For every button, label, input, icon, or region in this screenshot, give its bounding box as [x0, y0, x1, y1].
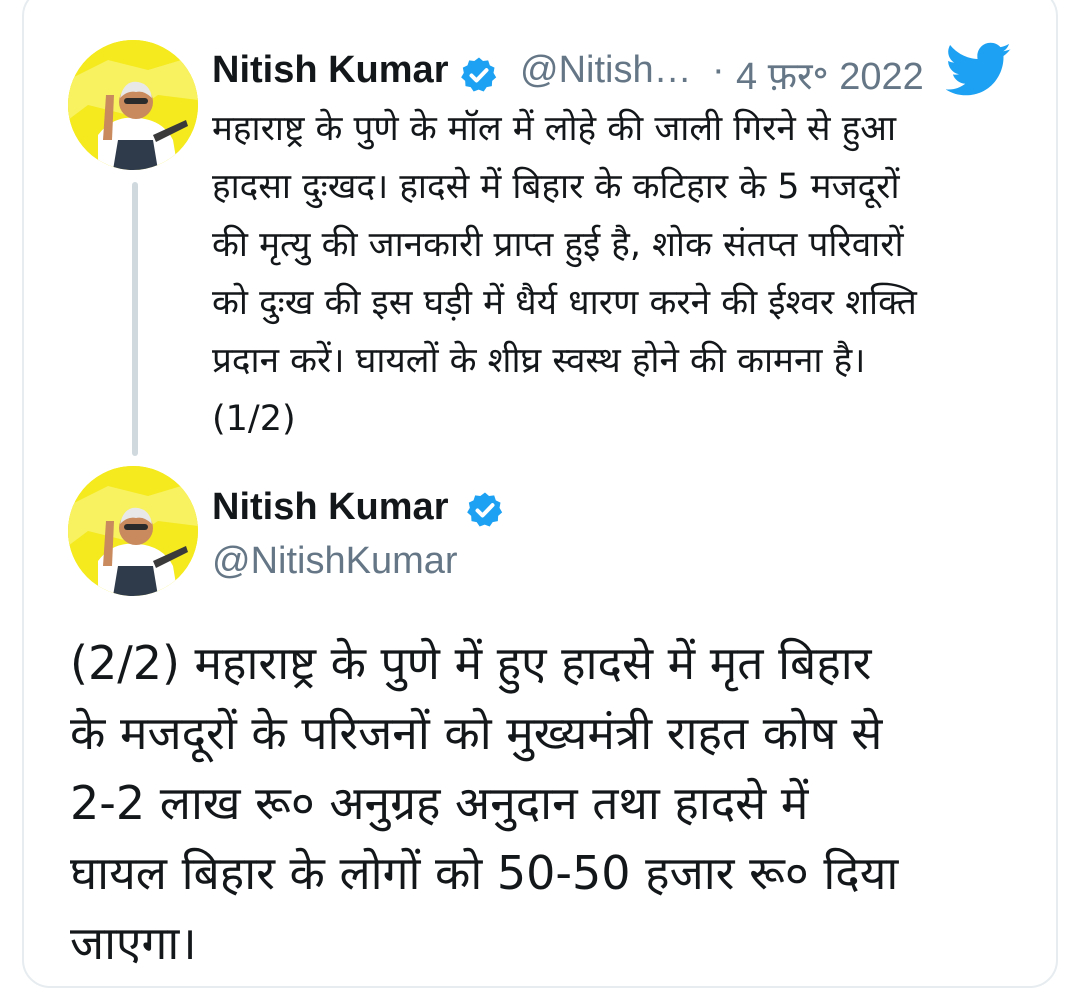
author-avatar[interactable] [68, 466, 198, 596]
tweet-text-line: के मजदूरों के परिजनों को मुख्यमंत्री राह… [70, 706, 883, 760]
author-handle[interactable]: @Nitish… [520, 49, 692, 92]
tweet-text-line: घायल बिहार के लोगों को 50-50 हजार रू० दि… [70, 846, 899, 900]
verified-badge-icon [467, 492, 503, 527]
author-handle[interactable]: @NitishKumar [212, 540, 458, 583]
author-avatar[interactable] [68, 40, 198, 170]
tweet-text-line: (2/2) महाराष्ट्र के पुणे में हुए हादसे म… [70, 636, 872, 690]
tweet-text-line: जाएगा। [70, 916, 197, 970]
tweet-2-text: (2/2) महाराष्ट्र के पुणे में हुए हादसे म… [70, 628, 1030, 978]
tweet-text-line: महाराष्ट्र के पुणे के मॉल में लोहे की जा… [212, 109, 897, 149]
author-name[interactable]: Nitish Kumar [212, 49, 448, 92]
verified-badge-icon [461, 57, 497, 92]
author-name[interactable]: Nitish Kumar [212, 486, 448, 529]
tweet-text-line: को दुःख की इस घड़ी में धैर्य धारण करने क… [212, 283, 917, 323]
thread-connector-line [132, 182, 138, 456]
tweet-text-line: 2-2 लाख रू० अनुग्रह अनुदान तथा हादसे में [70, 776, 809, 830]
separator-dot: · [712, 49, 725, 91]
tweet-text-line: प्रदान करें। घायलों के शीघ्र स्वस्थ होने… [212, 341, 866, 381]
tweet-1-text: महाराष्ट्र के पुणे के मॉल में लोहे की जा… [212, 100, 1042, 448]
tweet-text-line: की मृत्यु की जानकारी प्राप्त हुई है, शोक… [212, 225, 904, 265]
tweet-date[interactable]: 4 फ़र॰ 2022 [736, 49, 924, 101]
tweet-text-line: हादसा दुःखद। हादसे में बिहार के कटिहार क… [212, 167, 900, 207]
tweet-text-line: (1/2) [212, 399, 296, 439]
twitter-bird-icon[interactable] [946, 42, 1012, 98]
